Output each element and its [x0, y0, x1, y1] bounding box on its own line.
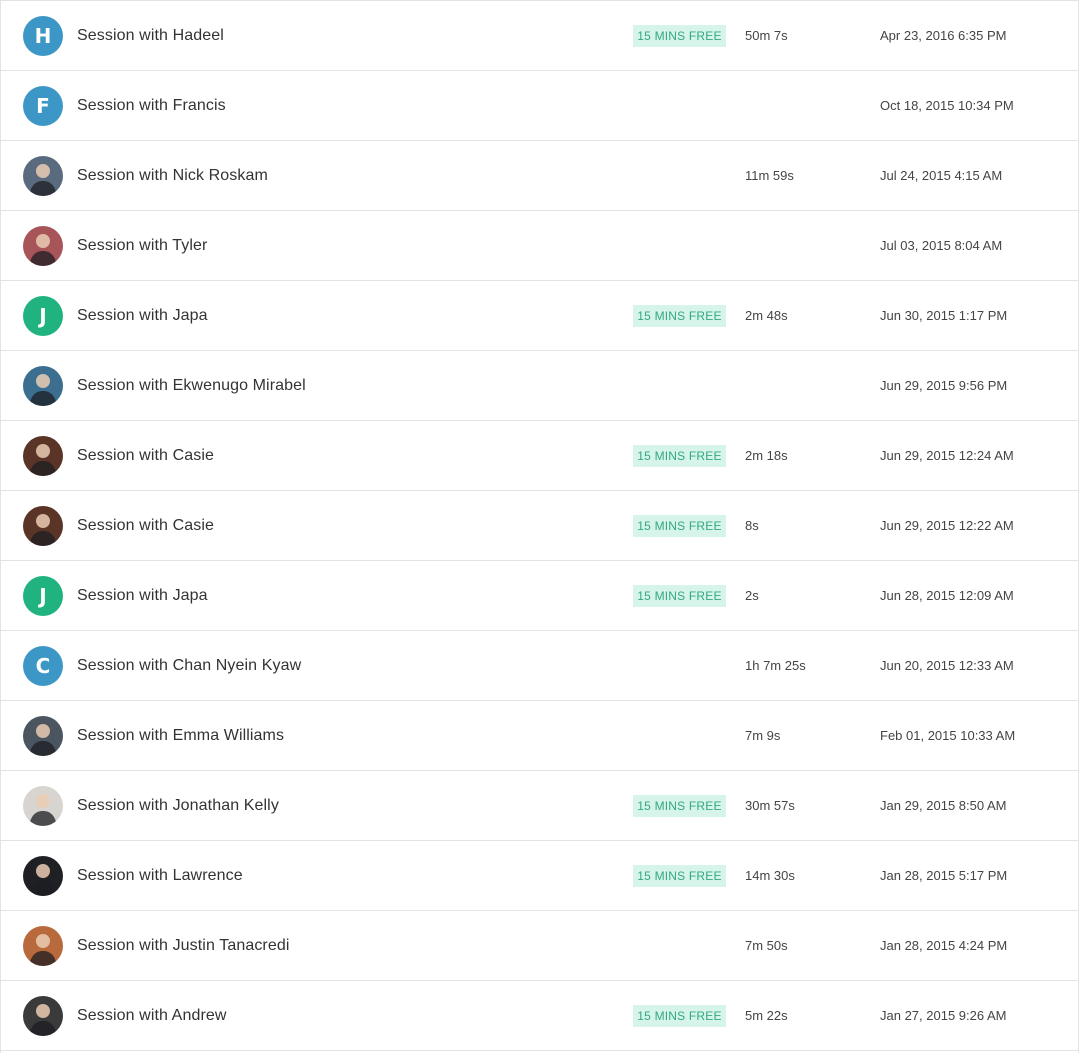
session-row[interactable]: Session with Lawrence 15 MINS FREE 14m 30s… — [1, 841, 1078, 911]
user-silhouette-icon — [29, 1004, 57, 1036]
session-duration: 2m 48s — [745, 308, 788, 323]
session-date: Oct 18, 2015 10:34 PM — [880, 98, 1014, 113]
session-duration: 8s — [745, 518, 759, 533]
avatar-photo — [23, 856, 63, 896]
session-name: Session with Andrew — [77, 1007, 227, 1024]
free-minutes-badge: 15 MINS FREE — [633, 795, 726, 817]
session-name: Session with Francis — [77, 97, 226, 114]
session-date: Jul 24, 2015 4:15 AM — [880, 168, 1003, 183]
session-date: Jun 20, 2015 12:33 AM — [880, 658, 1014, 673]
session-row[interactable]: Session with Casie 15 MINS FREE 2m 18s Jun … — [1, 421, 1078, 491]
session-date: Jun 30, 2015 1:17 PM — [880, 308, 1008, 323]
avatar-initial: J — [23, 576, 63, 616]
session-row[interactable]: F Session with Francis Oct 18, 2015 10:34 … — [1, 71, 1078, 141]
session-name: Session with Hadeel — [77, 27, 224, 44]
session-name: Session with Nick Roskam — [77, 167, 268, 184]
avatar-initial: F — [23, 86, 63, 126]
session-date: Jul 03, 2015 8:04 AM — [880, 238, 1003, 253]
session-row[interactable]: Session with Nick Roskam 11m 59s Jul 24, 2… — [1, 141, 1078, 211]
session-date: Jan 28, 2015 5:17 PM — [880, 868, 1008, 883]
avatar-photo — [23, 226, 63, 266]
session-duration: 50m 7s — [745, 28, 788, 43]
user-silhouette-icon — [29, 374, 57, 406]
session-name: Session with Japa — [77, 587, 208, 604]
user-silhouette-icon — [29, 234, 57, 266]
session-row[interactable]: J Session with Japa 15 MINS FREE 2s Jun 28, … — [1, 561, 1078, 631]
avatar-photo — [23, 506, 63, 546]
session-row[interactable]: Session with Tyler Jul 03, 2015 8:04 AM — [1, 211, 1078, 281]
session-name: Session with Chan Nyein Kyaw — [77, 657, 302, 674]
session-row[interactable]: Session with Justin Tanacredi 7m 50s Jan 2… — [1, 911, 1078, 981]
avatar-photo — [23, 436, 63, 476]
avatar-photo — [23, 926, 63, 966]
session-date: Jan 27, 2015 9:26 AM — [880, 1008, 1007, 1023]
avatar-photo — [23, 996, 63, 1036]
session-row[interactable]: Session with Ekwenugo Mirabel Jun 29, 201… — [1, 351, 1078, 421]
session-duration: 11m 59s — [745, 168, 794, 183]
user-silhouette-icon — [29, 164, 57, 196]
session-name: Session with Justin Tanacredi — [77, 937, 290, 954]
avatar-initial: C — [23, 646, 63, 686]
free-minutes-badge: 15 MINS FREE — [633, 1005, 726, 1027]
user-silhouette-icon — [29, 724, 57, 756]
session-row[interactable]: H Session with Hadeel 15 MINS FREE 50m 7s Ap… — [1, 1, 1078, 71]
session-date: Jan 28, 2015 4:24 PM — [880, 938, 1008, 953]
session-rows: H Session with Hadeel 15 MINS FREE 50m 7s Ap… — [1, 1, 1078, 1051]
free-minutes-badge: 15 MINS FREE — [633, 865, 726, 887]
user-silhouette-icon — [29, 794, 57, 826]
session-row[interactable]: C Session with Chan Nyein Kyaw 1h 7m 25s Ju… — [1, 631, 1078, 701]
session-date: Jan 29, 2015 8:50 AM — [880, 798, 1007, 813]
session-date: Jun 29, 2015 9:56 PM — [880, 378, 1008, 393]
user-silhouette-icon — [29, 934, 57, 966]
session-duration: 7m 9s — [745, 728, 781, 743]
user-silhouette-icon — [29, 864, 57, 896]
session-date: Jun 28, 2015 12:09 AM — [880, 588, 1014, 603]
avatar-photo — [23, 786, 63, 826]
session-date: Jun 29, 2015 12:22 AM — [880, 518, 1014, 533]
session-row[interactable]: Session with Emma Williams 7m 9s Feb 01, 2… — [1, 701, 1078, 771]
session-row[interactable]: Session with Casie 15 MINS FREE 8s Jun 29, … — [1, 491, 1078, 561]
session-row[interactable]: J Session with Japa 15 MINS FREE 2m 48s Jun … — [1, 281, 1078, 351]
free-minutes-badge: 15 MINS FREE — [633, 515, 726, 537]
session-duration: 2s — [745, 588, 759, 603]
session-date: Jun 29, 2015 12:24 AM — [880, 448, 1014, 463]
session-duration: 5m 22s — [745, 1008, 788, 1023]
session-name: Session with Casie — [77, 447, 214, 464]
free-minutes-badge: 15 MINS FREE — [633, 305, 726, 327]
session-row[interactable]: Session with Jonathan Kelly 15 MINS FREE 3… — [1, 771, 1078, 841]
free-minutes-badge: 15 MINS FREE — [633, 445, 726, 467]
avatar-photo — [23, 366, 63, 406]
avatar-photo — [23, 156, 63, 196]
session-date: Feb 01, 2015 10:33 AM — [880, 728, 1016, 743]
session-name: Session with Jonathan Kelly — [77, 797, 279, 814]
session-name: Session with Tyler — [77, 237, 208, 254]
free-minutes-badge: 15 MINS FREE — [633, 585, 726, 607]
avatar-initial: J — [23, 296, 63, 336]
free-minutes-badge: 15 MINS FREE — [633, 25, 726, 47]
session-duration: 7m 50s — [745, 938, 788, 953]
session-list: H Session with Hadeel 15 MINS FREE 50m 7s Ap… — [0, 0, 1079, 1053]
session-name: Session with Japa — [77, 307, 208, 324]
session-row[interactable]: Session with Andrew 15 MINS FREE 5m 22s Jan… — [1, 981, 1078, 1051]
user-silhouette-icon — [29, 514, 57, 546]
session-name: Session with Ekwenugo Mirabel — [77, 377, 306, 394]
session-date: Apr 23, 2016 6:35 PM — [880, 28, 1007, 43]
session-duration: 2m 18s — [745, 448, 788, 463]
session-name: Session with Lawrence — [77, 867, 243, 884]
session-name: Session with Casie — [77, 517, 214, 534]
session-duration: 30m 57s — [745, 798, 795, 813]
avatar-photo — [23, 716, 63, 756]
user-silhouette-icon — [29, 444, 57, 476]
session-duration: 1h 7m 25s — [745, 658, 806, 673]
avatar-initial: H — [23, 16, 63, 56]
session-duration: 14m 30s — [745, 868, 795, 883]
session-name: Session with Emma Williams — [77, 727, 285, 744]
